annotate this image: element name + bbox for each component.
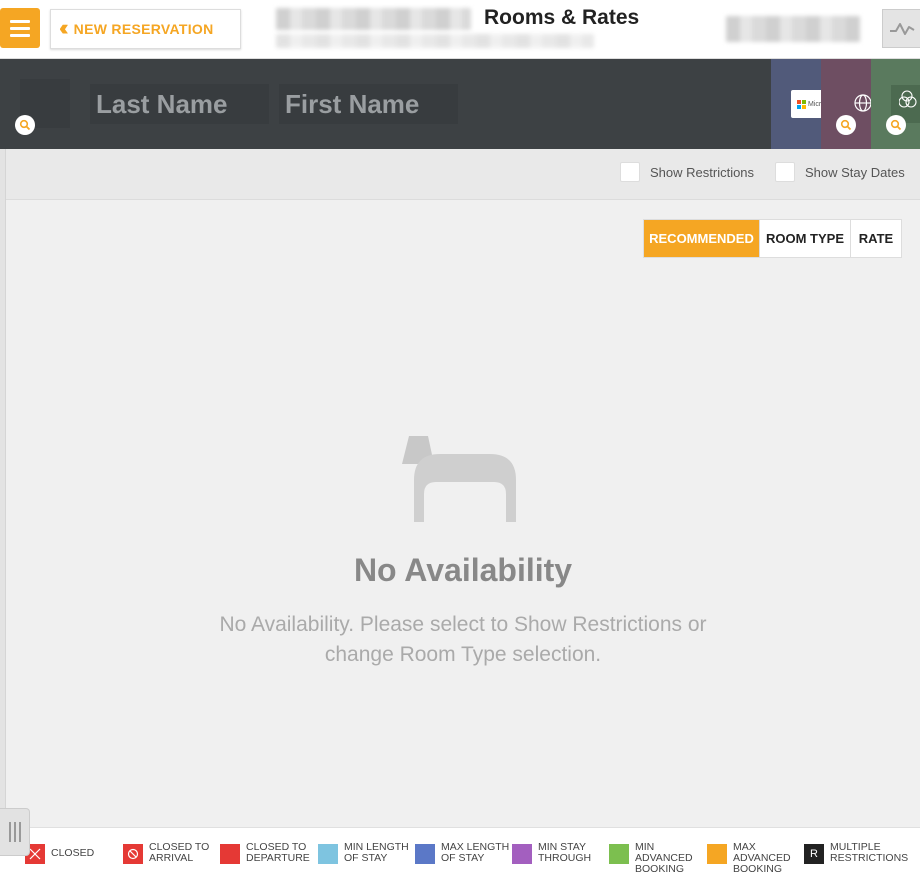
show-stay-dates-label: Show Stay Dates (805, 164, 905, 180)
min-los-swatch (318, 844, 338, 864)
empty-state-title: No Availability (353, 552, 573, 588)
legend-max-advanced-booking: MAX ADVANCED BOOKING (707, 842, 803, 874)
travel-agent-card[interactable] (821, 59, 871, 149)
search-glyph (840, 119, 852, 131)
guest-bar: Last Name First Name Micr (0, 59, 920, 149)
legend-closed-to-arrival: CLOSED TO ARRIVAL (123, 842, 219, 864)
min-stay-through-swatch (512, 844, 532, 864)
group-card[interactable] (871, 59, 920, 149)
hotel-address-redacted (276, 34, 594, 48)
new-reservation-button[interactable]: ‹‹ NEW RESERVATION (50, 9, 241, 49)
menu-line (10, 19, 30, 23)
empty-state-message: No Availability. Please select to Show R… (0, 610, 920, 670)
search-icon[interactable] (886, 115, 906, 135)
double-chevron-left-icon: ‹‹ (59, 14, 68, 40)
drawer-grip-handle[interactable] (0, 808, 30, 856)
closed-departure-swatch (220, 844, 240, 864)
legend-max-length-of-stay: MAX LENGTH OF STAY (415, 842, 511, 864)
last-name-field[interactable]: Last Name (90, 84, 269, 124)
no-entry-icon (123, 844, 143, 864)
company-card[interactable]: Micr (771, 59, 823, 149)
options-row: Show Restrictions Show Stay Dates (6, 149, 920, 200)
bed-icon (402, 436, 516, 522)
hotel-name-redacted (276, 8, 471, 30)
show-restrictions-label: Show Restrictions (650, 164, 755, 180)
tab-recommended[interactable]: RECOMMENDED (644, 220, 759, 257)
search-glyph (19, 119, 31, 131)
legend-min-stay-through: MIN STAY THROUGH (512, 842, 608, 864)
page-title: Rooms & Rates (484, 6, 640, 29)
show-restrictions-option[interactable]: Show Restrictions (620, 162, 754, 182)
min-adv-booking-swatch (609, 844, 629, 864)
show-restrictions-checkbox[interactable] (620, 162, 640, 182)
show-stay-dates-checkbox[interactable] (775, 162, 795, 182)
multiple-restrictions-r-icon: R (804, 844, 824, 864)
menu-line (10, 33, 30, 37)
tab-room-type[interactable]: ROOM TYPE (759, 220, 850, 257)
empty-state-line-1: No Availability. Please select to Show R… (219, 613, 707, 636)
activity-button[interactable] (882, 9, 920, 48)
group-circles-icon (899, 90, 917, 108)
search-icon[interactable] (836, 115, 856, 135)
user-info-redacted (726, 16, 860, 42)
max-los-swatch (415, 844, 435, 864)
max-adv-booking-swatch (707, 844, 727, 864)
top-header: ‹‹ NEW RESERVATION Rooms & Rates (0, 0, 920, 59)
hamburger-icon[interactable] (0, 8, 40, 48)
legend-min-advanced-booking: MIN ADVANCED BOOKING (609, 842, 705, 874)
company-logo-text: Micr (808, 100, 822, 108)
empty-state-line-2: change Room Type selection. (324, 643, 602, 666)
legend-closed: CLOSED (25, 844, 94, 864)
search-glyph (890, 119, 902, 131)
new-reservation-label: NEW RESERVATION (73, 21, 214, 37)
tab-rate[interactable]: RATE (850, 220, 901, 257)
first-name-field[interactable]: First Name (279, 84, 458, 124)
sort-tabs: RECOMMENDED ROOM TYPE RATE (643, 219, 902, 258)
windows-logo-icon (797, 99, 806, 109)
search-icon[interactable] (15, 115, 35, 135)
restriction-legend: CLOSED CLOSED TO ARRIVAL CLOSED TO DEPAR… (0, 827, 920, 874)
show-stay-dates-option[interactable]: Show Stay Dates (775, 162, 905, 182)
menu-line (10, 26, 30, 30)
activity-line-icon (889, 22, 915, 35)
legend-min-length-of-stay: MIN LENGTH OF STAY (318, 842, 414, 864)
left-edge-strip (0, 149, 6, 827)
company-logo: Micr (791, 90, 823, 118)
legend-closed-to-departure: CLOSED TO DEPARTURE (220, 842, 316, 864)
legend-multiple-restrictions: R MULTIPLE RESTRICTIONS (804, 842, 920, 864)
globe-icon (854, 94, 871, 112)
